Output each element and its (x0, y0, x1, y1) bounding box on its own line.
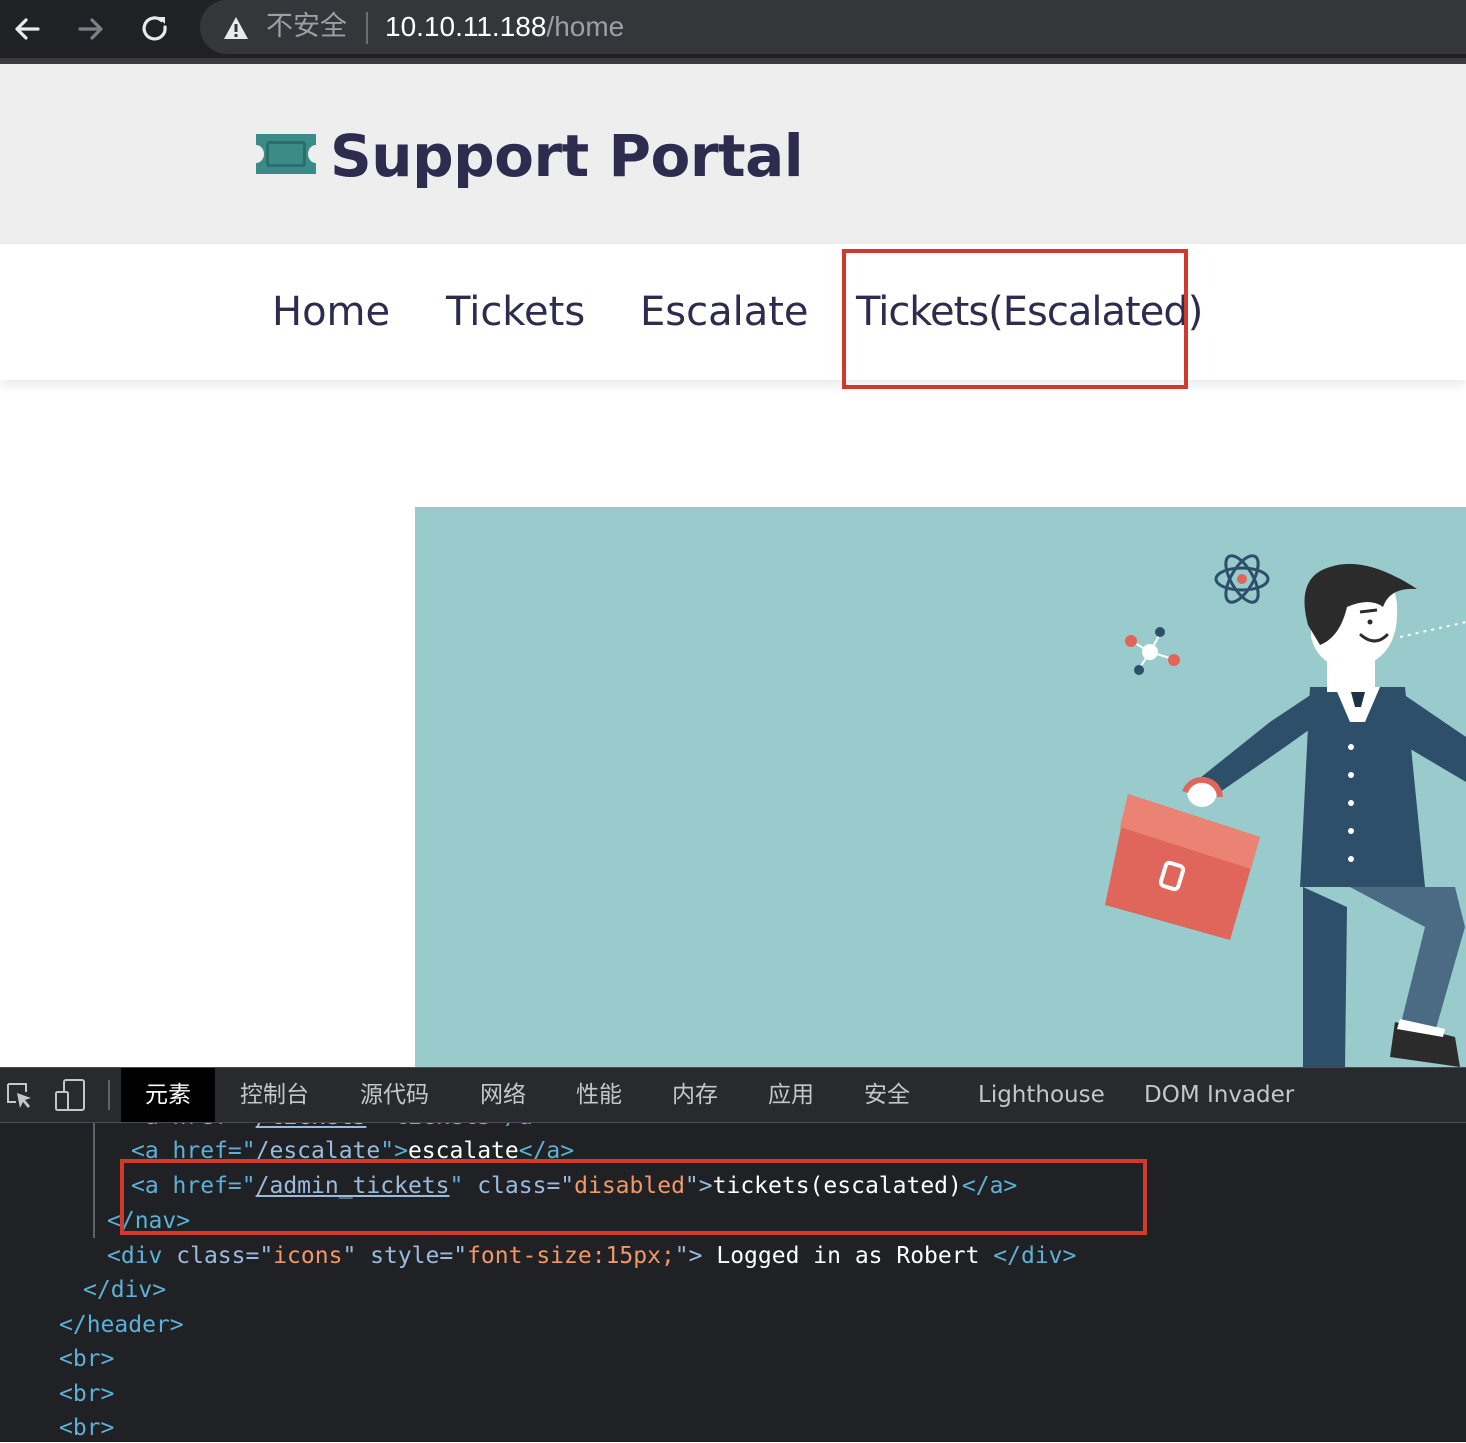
code-line-br[interactable]: <br> (59, 1379, 114, 1409)
not-secure-label[interactable]: 不安全 (266, 10, 347, 44)
tab-security[interactable]: 安全 (864, 1068, 910, 1122)
tab-elements[interactable]: 元素 (121, 1068, 215, 1122)
code-value: icons (273, 1243, 343, 1269)
atom-icon (1214, 554, 1270, 604)
url-text[interactable]: 10.10.11.188/home (385, 9, 624, 45)
site-title: Support Portal (330, 122, 804, 190)
tab-network[interactable]: 网络 (480, 1068, 526, 1122)
code-value: font-size:15px; (467, 1243, 675, 1269)
url-path: /home (546, 11, 625, 42)
tab-application[interactable]: 应用 (768, 1068, 814, 1122)
warning-icon[interactable] (222, 14, 250, 42)
code-line-icons-div[interactable]: <div class="icons" style="font-size:15px… (107, 1241, 1076, 1271)
nav-link-home[interactable]: Home (272, 286, 390, 338)
forward-arrow-icon[interactable] (70, 8, 112, 50)
tab-lighthouse[interactable]: Lighthouse (978, 1068, 1105, 1122)
code-attr: style=" (370, 1243, 468, 1269)
url-divider (366, 12, 368, 44)
code-line-header-close[interactable]: </header> (59, 1310, 184, 1340)
businessman-illustration (1105, 554, 1466, 1067)
ticket-logo-icon (256, 134, 316, 174)
code-line-br[interactable]: <br> (59, 1413, 114, 1443)
nav-link-escalate[interactable]: Escalate (640, 286, 809, 338)
code-line-br[interactable]: <br> (59, 1344, 114, 1374)
code-tag: <div (107, 1243, 177, 1269)
inspect-element-icon[interactable] (4, 1080, 34, 1110)
device-toolbar-icon[interactable] (54, 1078, 86, 1112)
back-arrow-icon[interactable] (6, 8, 48, 50)
code-attr: " (342, 1243, 371, 1269)
toolbar-divider (108, 1080, 110, 1110)
hero-banner (415, 507, 1466, 1067)
molecule-icon (1125, 627, 1180, 675)
tab-console[interactable]: 控制台 (240, 1068, 309, 1122)
highlight-box (842, 249, 1188, 389)
code-text: Logged in as Robert (702, 1243, 994, 1269)
indent-guide (93, 1123, 95, 1238)
tab-performance[interactable]: 性能 (576, 1068, 622, 1122)
code-attr: "> (674, 1243, 703, 1269)
tab-memory[interactable]: 内存 (672, 1068, 718, 1122)
code-attr: class=" (176, 1243, 274, 1269)
tab-dom-invader[interactable]: DOM Invader (1144, 1068, 1294, 1122)
code-line-div-close[interactable]: </div> (83, 1275, 166, 1305)
nav-link-tickets[interactable]: Tickets (446, 286, 585, 338)
code-tag: </div> (993, 1243, 1077, 1269)
tab-sources[interactable]: 源代码 (360, 1068, 429, 1122)
url-host: 10.10.11.188 (385, 11, 547, 42)
reload-icon[interactable] (134, 8, 176, 50)
highlight-box (120, 1159, 1147, 1235)
